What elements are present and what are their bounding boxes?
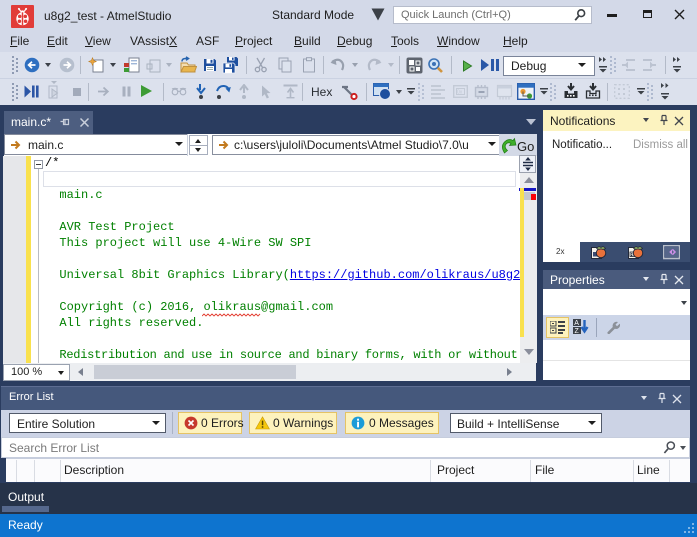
svg-text:0x: 0x [457, 90, 463, 96]
svg-text:Z: Z [575, 328, 580, 335]
svg-text:A: A [574, 320, 579, 327]
